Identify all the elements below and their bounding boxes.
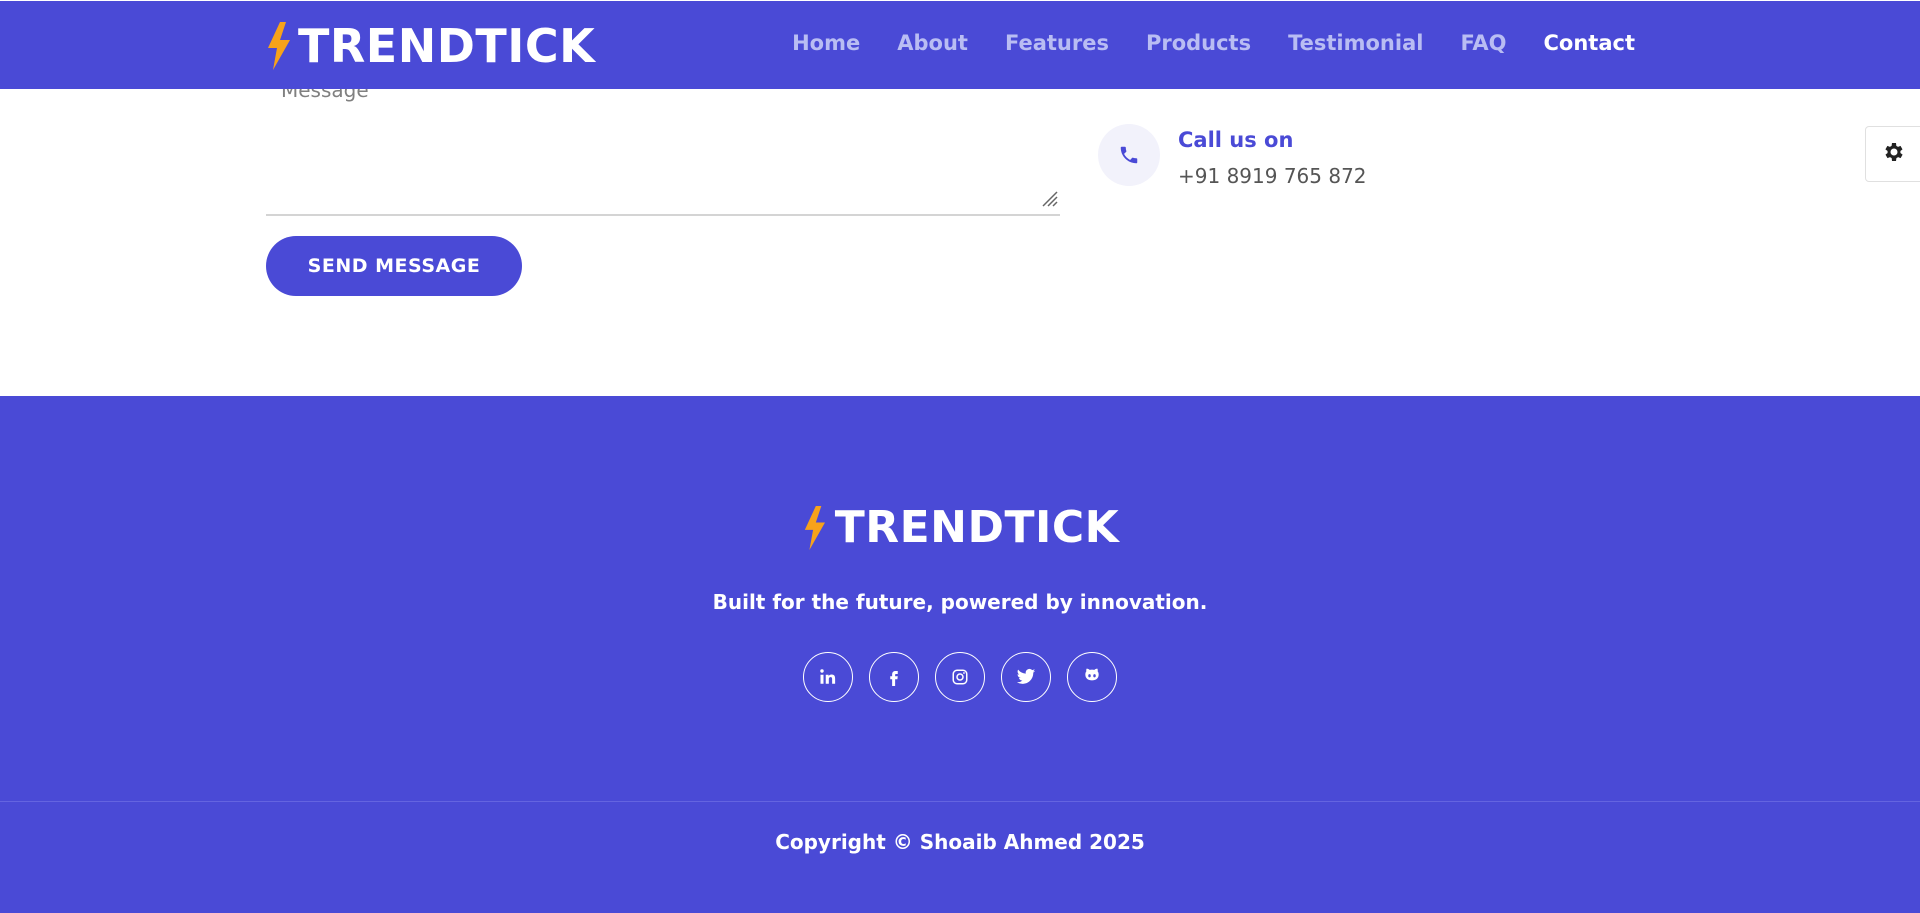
top-navbar: TRENDTICK Home About Features Products T…	[0, 1, 1920, 89]
settings-toggle[interactable]	[1865, 126, 1920, 182]
nav-faq[interactable]: FAQ	[1460, 31, 1506, 55]
nav-testimonial[interactable]: Testimonial	[1288, 31, 1423, 55]
nav-about[interactable]: About	[897, 31, 968, 55]
footer-tagline: Built for the future, powered by innovat…	[712, 590, 1208, 614]
main-nav: Home About Features Products Testimonial…	[755, 31, 1635, 55]
bolt-icon	[801, 505, 827, 550]
call-title: Call us on	[1178, 128, 1294, 152]
resize-grip-icon[interactable]	[1040, 189, 1058, 212]
nav-home[interactable]: Home	[792, 31, 860, 55]
send-message-button[interactable]: SEND MESSAGE	[266, 236, 522, 296]
message-textarea[interactable]: Message	[266, 70, 1060, 216]
brand-name: TRENDTICK	[298, 19, 596, 73]
bolt-icon	[264, 22, 292, 70]
site-footer: TRENDTICK Built for the future, powered …	[0, 396, 1920, 913]
footer-brand-logo[interactable]: TRENDTICK	[0, 502, 1920, 553]
footer-divider	[0, 801, 1920, 802]
phone-icon	[1098, 124, 1160, 186]
social-links	[0, 652, 1920, 702]
nav-products[interactable]: Products	[1146, 31, 1251, 55]
nav-contact[interactable]: Contact	[1544, 31, 1636, 55]
brand-logo[interactable]: TRENDTICK	[264, 19, 596, 73]
github-icon[interactable]	[1067, 652, 1117, 702]
facebook-icon[interactable]	[869, 652, 919, 702]
copyright-text: Copyright © Shoaib Ahmed 2025	[775, 830, 1145, 854]
twitter-icon[interactable]	[1001, 652, 1051, 702]
footer-brand-name: TRENDTICK	[834, 502, 1120, 553]
nav-features[interactable]: Features	[1005, 31, 1109, 55]
linkedin-icon[interactable]	[803, 652, 853, 702]
call-number: +91 8919 765 872	[1178, 164, 1367, 188]
call-us-card: Call us on +91 8919 765 872	[1098, 124, 1367, 188]
instagram-icon[interactable]	[935, 652, 985, 702]
gear-icon	[1882, 140, 1906, 169]
